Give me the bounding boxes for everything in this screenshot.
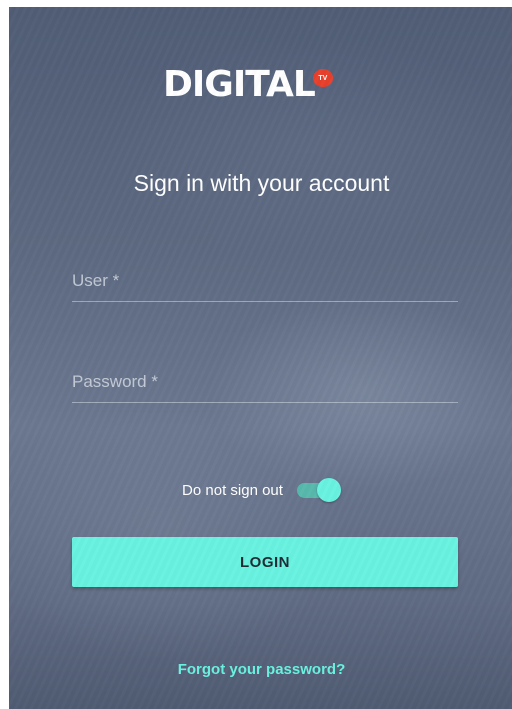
user-input[interactable] [72, 271, 458, 291]
forgot-password-link[interactable]: Forgot your password? [9, 661, 512, 678]
login-button[interactable]: LOGIN [72, 537, 458, 587]
password-input[interactable] [72, 372, 458, 392]
stay-signed-label: Do not sign out [182, 481, 283, 499]
page-title: Sign in with your account [133, 170, 390, 196]
brand-logo: DIGITAL TV [163, 65, 333, 105]
stay-signed-toggle[interactable] [295, 478, 341, 502]
password-field[interactable] [72, 362, 458, 403]
toggle-knob[interactable] [316, 478, 341, 502]
logo-text: DIGITAL [163, 64, 316, 105]
tv-badge-icon: TV [312, 69, 333, 87]
user-field[interactable] [72, 261, 458, 302]
stay-signed-row: Do not sign out [9, 478, 512, 502]
login-panel: DIGITAL TV Sign in with your account Do … [9, 7, 512, 709]
